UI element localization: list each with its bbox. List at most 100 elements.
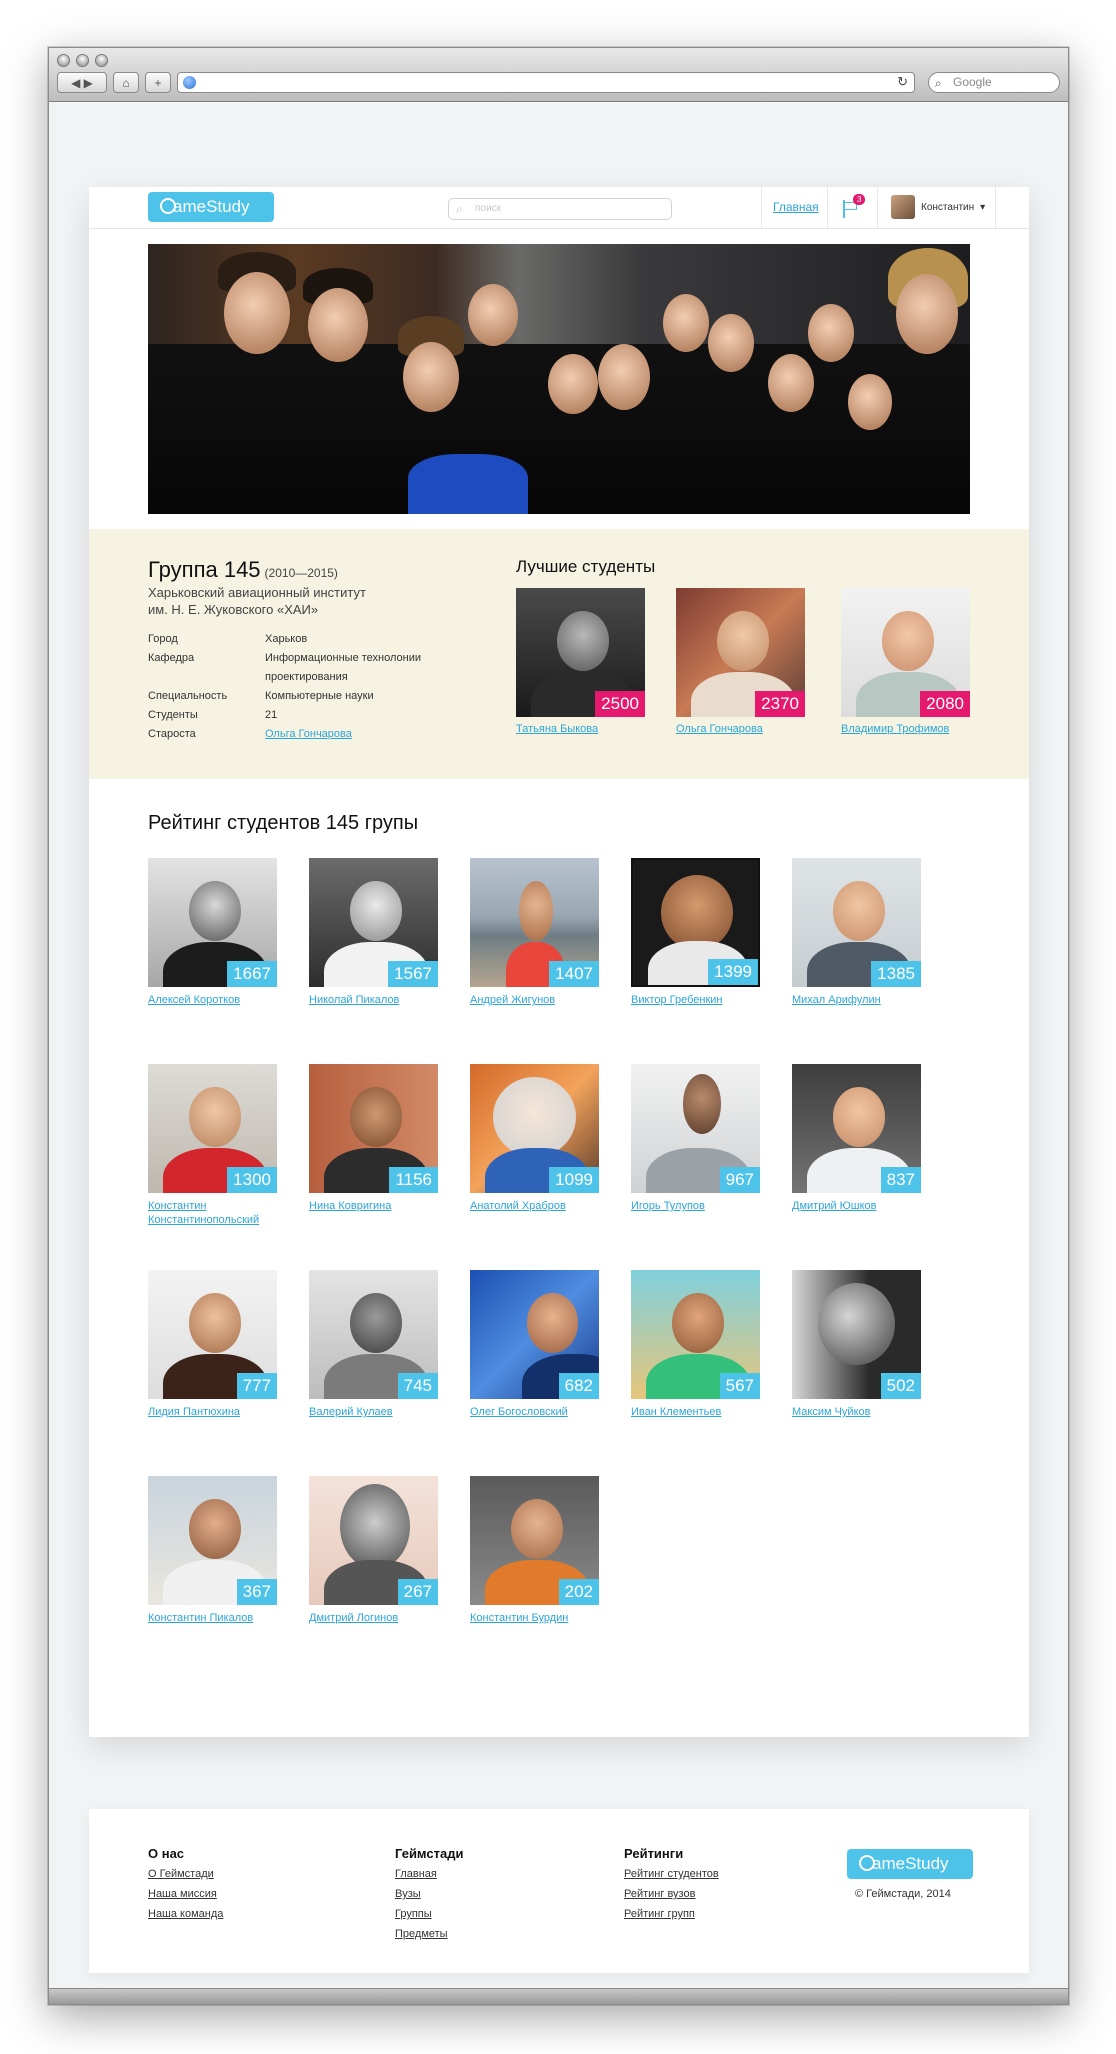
student-score: 367 [236,1579,277,1605]
student-card[interactable]: 267 Дмитрий Логинов [309,1476,439,1625]
student-name-link[interactable]: Татьяна Быкова [516,723,646,735]
student-name-link[interactable]: Константин Константинопольский [148,1199,278,1227]
site-container: ameStudy ⌕ поиск Главная 3 Константин ▾ … [89,187,1029,1737]
add-bookmark-icon[interactable]: + [145,72,171,93]
site-footer: О нас О Геймстади Наша миссия Наша коман… [89,1809,1029,1973]
footer-link[interactable]: Рейтинг вузов [624,1884,719,1904]
student-card[interactable]: 502 Максим Чуйков [792,1270,922,1419]
student-card[interactable]: 1407 Андрей Жигунов [470,858,600,1007]
student-card[interactable]: 1300 Константин Константинопольский [148,1064,278,1227]
home-icon[interactable]: ⌂ [113,72,139,93]
student-photo[interactable]: 1300 [148,1064,277,1193]
close-window-button[interactable] [57,54,70,67]
zoom-window-button[interactable] [95,54,108,67]
student-photo[interactable]: 837 [792,1064,921,1193]
student-name-link[interactable]: Константин Бурдин [470,1611,600,1625]
student-card[interactable]: 367 Константин Пикалов [148,1476,278,1625]
student-photo[interactable]: 202 [470,1476,599,1605]
student-name-link[interactable]: Николай Пикалов [309,993,439,1007]
student-photo[interactable]: 1385 [792,858,921,987]
notifications-flag-icon[interactable]: 3 [843,194,866,218]
student-card[interactable]: 567 Иван Клементьев [631,1270,761,1419]
site-search-input[interactable]: ⌕ поиск [448,198,672,220]
student-name-link[interactable]: Владимир Трофимов [841,723,971,735]
best-student-card[interactable]: 2370 Ольга Гончарова [676,588,806,735]
student-name-link[interactable]: Дмитрий Логинов [309,1611,439,1625]
student-card[interactable]: 1099 Анатолий Храбров [470,1064,600,1213]
address-bar[interactable]: ↻ [177,72,915,93]
student-card[interactable]: 967 Игорь Тулупов [631,1064,761,1213]
footer-link[interactable]: Главная [395,1864,463,1884]
student-name-link[interactable]: Анатолий Храбров [470,1199,600,1213]
student-photo[interactable]: 1399 [631,858,760,987]
student-photo[interactable]: 1407 [470,858,599,987]
footer-link[interactable]: Вузы [395,1884,463,1904]
photo-head [817,1282,896,1366]
student-photo[interactable]: 1099 [470,1064,599,1193]
student-photo[interactable]: 2080 [841,588,970,717]
student-name-link[interactable]: Виктор Гребенкин [631,993,761,1007]
student-name-link[interactable]: Константин Пикалов [148,1611,278,1625]
group-leader-link[interactable]: Ольга Гончарова [265,725,455,744]
student-photo[interactable]: 745 [309,1270,438,1399]
student-photo[interactable]: 367 [148,1476,277,1605]
student-name-link[interactable]: Максим Чуйков [792,1405,922,1419]
footer-link[interactable]: Рейтинг студентов [624,1864,719,1884]
student-name-link[interactable]: Нина Ковригина [309,1199,439,1213]
minimize-window-button[interactable] [76,54,89,67]
back-forward-button[interactable]: ◀ ▶ [57,72,107,93]
footer-link[interactable]: Рейтинг групп [624,1904,719,1924]
student-photo[interactable]: 567 [631,1270,760,1399]
student-card[interactable]: 202 Константин Бурдин [470,1476,600,1625]
footer-link[interactable]: Наша миссия [148,1884,223,1904]
footer-link[interactable]: Группы [395,1904,463,1924]
student-card[interactable]: 1667 Алексей Коротков [148,858,278,1007]
student-name-link[interactable]: Валерий Кулаев [309,1405,439,1419]
footer-link[interactable]: Наша команда [148,1904,223,1924]
footer-link[interactable]: Предметы [395,1924,463,1944]
student-card[interactable]: 1567 Николай Пикалов [309,858,439,1007]
site-logo[interactable]: ameStudy [148,192,274,222]
student-card[interactable]: 1156 Нина Ковригина [309,1064,439,1213]
student-card[interactable]: 777 Лидия Пантюхина [148,1270,278,1419]
student-photo[interactable]: 967 [631,1064,760,1193]
student-photo[interactable]: 1156 [309,1064,438,1193]
nav-home-link[interactable]: Главная [773,200,819,214]
student-name-link[interactable]: Олег Богословский [470,1405,600,1419]
student-photo[interactable]: 2500 [516,588,645,717]
student-card[interactable]: 1399 Виктор Гребенкин [631,858,761,1007]
student-photo[interactable]: 267 [309,1476,438,1605]
best-student-card[interactable]: 2500 Татьяна Быкова [516,588,646,735]
browser-search-field[interactable]: ⌕ Google [928,72,1060,93]
student-name-link[interactable]: Дмитрий Юшков [792,1199,922,1213]
best-student-card[interactable]: 2080 Владимир Трофимов [841,588,971,735]
student-score: 777 [236,1373,277,1399]
student-card[interactable]: 745 Валерий Кулаев [309,1270,439,1419]
student-photo[interactable]: 1667 [148,858,277,987]
student-photo[interactable]: 1567 [309,858,438,987]
student-name-link[interactable]: Алексей Коротков [148,993,278,1007]
student-name-link[interactable]: Иван Клементьев [631,1405,761,1419]
student-photo[interactable]: 502 [792,1270,921,1399]
footer-logo[interactable]: ameStudy [847,1849,973,1879]
notification-badge: 3 [853,194,866,205]
reload-icon[interactable]: ↻ [897,74,908,90]
student-name-link[interactable]: Игорь Тулупов [631,1199,761,1213]
browser-toolbar: ◀ ▶ ⌂ + ↻ ⌕ Google [49,48,1068,102]
student-photo[interactable]: 2370 [676,588,805,717]
group-years: (2010—2015) [264,566,338,580]
student-name-link[interactable]: Лидия Пантюхина [148,1405,278,1419]
student-card[interactable]: 682 Олег Богословский [470,1270,600,1419]
student-name-link[interactable]: Михал Арифулин [792,993,922,1007]
student-photo[interactable]: 682 [470,1270,599,1399]
footer-about-column: О нас О Геймстади Наша миссия Наша коман… [148,1846,223,1924]
globe-icon [183,76,196,89]
student-card[interactable]: 1385 Михал Арифулин [792,858,922,1007]
student-name-link[interactable]: Андрей Жигунов [470,993,600,1007]
student-name-link[interactable]: Ольга Гончарова [676,723,806,735]
footer-link[interactable]: О Геймстади [148,1864,223,1884]
student-photo[interactable]: 777 [148,1270,277,1399]
student-card[interactable]: 837 Дмитрий Юшков [792,1064,922,1213]
university-name: Харьковский авиационный институт им. Н. … [148,584,448,618]
user-menu[interactable]: Константин ▾ [891,194,985,220]
